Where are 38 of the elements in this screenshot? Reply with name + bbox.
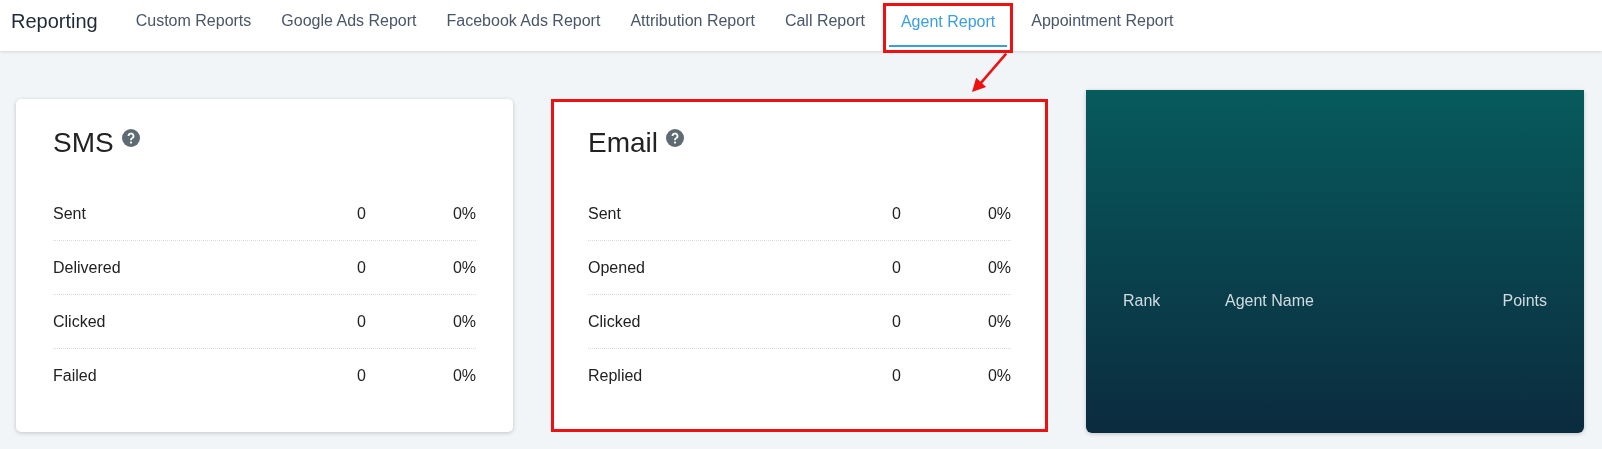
- metric-count: 0: [356, 312, 366, 331]
- column-header: Points: [1502, 291, 1547, 310]
- report-tab[interactable]: Custom Reports: [123, 0, 264, 51]
- metric-count: 0: [356, 258, 366, 277]
- metric-label: Delivered: [53, 258, 122, 277]
- help-icon[interactable]: [666, 129, 684, 147]
- report-tab[interactable]: Google Ads Report: [269, 0, 429, 51]
- report-tab[interactable]: Attribution Report: [618, 0, 767, 51]
- report-tab[interactable]: Facebook Ads Report: [434, 0, 613, 51]
- metric-label: Sent: [588, 204, 622, 223]
- metric-percent: 0%: [451, 258, 476, 277]
- metric-percent: 0%: [986, 258, 1011, 277]
- metric-count: 0: [891, 204, 901, 223]
- metric-percent: 0%: [986, 312, 1011, 331]
- metric-label: Clicked: [53, 312, 107, 331]
- card-title: Email: [588, 127, 658, 159]
- report-tab[interactable]: Call Report: [772, 0, 877, 51]
- metric-count: 0: [356, 366, 366, 385]
- metric-count: 0: [891, 258, 901, 277]
- report-tab[interactable]: Appointment Report: [1019, 0, 1186, 51]
- metric-label: Opened: [588, 258, 646, 277]
- metric-percent: 0%: [451, 366, 476, 385]
- metric-count: 0: [891, 366, 901, 385]
- metric-label: Failed: [53, 366, 98, 385]
- metric-label: Sent: [53, 204, 87, 223]
- metric-percent: 0%: [451, 204, 476, 223]
- metric-count: 0: [891, 312, 901, 331]
- metric-percent: 0%: [986, 366, 1011, 385]
- metric-count: 0: [356, 204, 366, 223]
- metric-label: Replied: [588, 366, 644, 385]
- metric-percent: 0%: [451, 312, 476, 331]
- metric-percent: 0%: [986, 204, 1011, 223]
- metric-label: Clicked: [588, 312, 642, 331]
- card-title: SMS: [53, 127, 114, 159]
- column-header: Agent Name: [1225, 291, 1315, 310]
- page-title: Reporting: [11, 10, 98, 33]
- help-icon[interactable]: [121, 129, 140, 147]
- column-header: Rank: [1123, 291, 1162, 310]
